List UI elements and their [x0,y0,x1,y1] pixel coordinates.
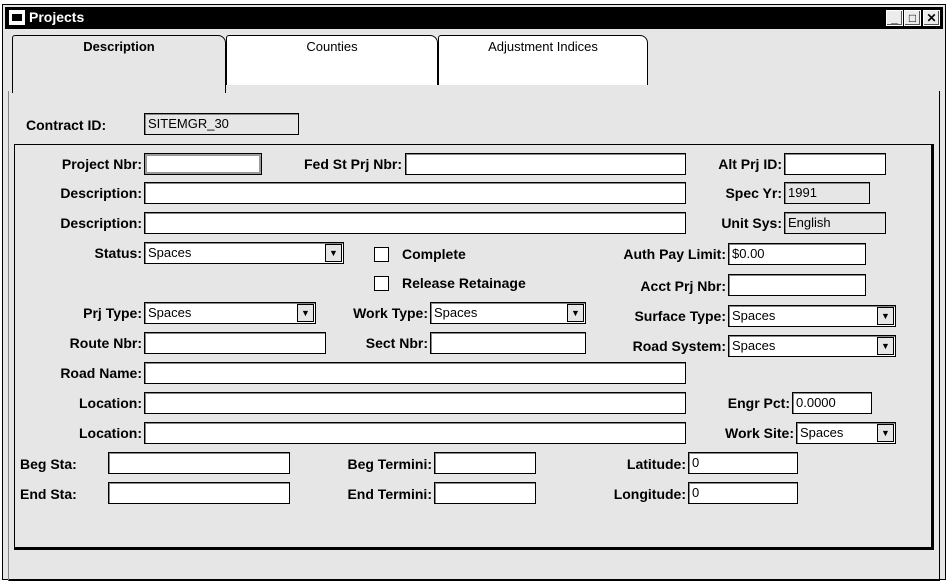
unit-sys-label: Unit Sys: [721,215,782,231]
contract-id-field[interactable]: SITEMGR_30 [144,113,299,135]
work-type-dropdown[interactable]: Spaces ▼ [430,302,586,324]
end-sta-field[interactable] [108,482,290,504]
acct-prj-nbr-label: Acct Prj Nbr: [640,278,726,294]
maximize-button[interactable]: □ [904,10,921,26]
road-name-field[interactable] [144,362,686,384]
end-termini-field[interactable] [434,482,536,504]
tab-counties[interactable]: Counties [226,35,438,85]
beg-termini-field[interactable] [434,452,536,474]
beg-sta-field[interactable] [108,452,290,474]
description-label-2: Description: [60,215,142,231]
chevron-down-icon[interactable]: ▼ [877,337,894,355]
work-type-value: Spaces [434,305,478,320]
route-nbr-field[interactable] [144,332,326,354]
beg-sta-label: Beg Sta: [20,456,77,472]
description-field-2[interactable] [144,212,686,234]
description-field-1[interactable] [144,182,686,204]
project-nbr-label: Project Nbr: [61,156,142,172]
complete-checkbox[interactable] [374,247,389,262]
sect-nbr-label: Sect Nbr: [365,335,428,351]
beg-termini-label: Beg Termini: [347,456,432,472]
tab-strip: Description Counties Adjustment Indices [9,35,939,93]
road-system-label: Road System: [632,338,726,354]
status-label: Status: [94,245,142,261]
close-button[interactable]: ✕ [923,10,940,26]
work-type-label: Work Type: [353,305,428,321]
prj-type-dropdown[interactable]: Spaces ▼ [144,302,316,324]
work-site-value: Spaces [800,425,844,440]
end-sta-label: End Sta: [20,486,77,502]
minimize-button[interactable]: _ [886,10,903,26]
work-site-dropdown[interactable]: Spaces ▼ [796,422,896,444]
road-system-dropdown[interactable]: Spaces ▼ [728,335,896,357]
surface-type-label: Surface Type: [634,308,726,324]
chevron-down-icon[interactable]: ▼ [297,304,314,322]
window-title: Projects [29,9,85,25]
complete-label: Complete [402,246,466,262]
sect-nbr-field[interactable] [430,332,586,354]
end-termini-label: End Termini: [347,486,432,502]
road-system-value: Spaces [732,338,776,353]
auth-pay-limit-field[interactable]: $0.00 [728,243,866,265]
surface-type-dropdown[interactable]: Spaces ▼ [728,305,896,327]
location-label-1: Location: [79,395,142,411]
project-nbr-field[interactable] [144,153,262,175]
latitude-field[interactable]: 0 [688,452,798,474]
work-site-label: Work Site: [725,425,794,441]
chevron-down-icon[interactable]: ▼ [877,424,894,442]
fed-st-prj-nbr-field[interactable] [405,153,686,175]
location-field-1[interactable] [144,392,686,414]
description-label-1: Description: [60,185,142,201]
status-value: Spaces [148,245,192,260]
chevron-down-icon[interactable]: ▼ [877,307,894,325]
location-field-2[interactable] [144,422,686,444]
release-retainage-checkbox[interactable] [374,276,389,291]
engr-pct-label: Engr Pct: [727,395,790,411]
road-name-label: Road Name: [60,365,142,381]
contract-id-label: Contract ID: [26,117,107,133]
release-retainage-label: Release Retainage [402,275,526,291]
chevron-down-icon[interactable]: ▼ [325,244,342,262]
acct-prj-nbr-field[interactable] [728,274,866,296]
prj-type-label: Prj Type: [83,305,142,321]
engr-pct-field[interactable]: 0.0000 [792,392,872,414]
surface-type-value: Spaces [732,308,776,323]
auth-pay-limit-label: Auth Pay Limit: [623,246,726,262]
chevron-down-icon[interactable]: ▼ [567,304,584,322]
spec-yr-field[interactable]: 1991 [784,182,870,204]
alt-prj-id-label: Alt Prj ID: [718,156,782,172]
latitude-label: Latitude: [626,456,686,472]
tab-adjustment-indices[interactable]: Adjustment Indices [438,35,648,85]
prj-type-value: Spaces [148,305,192,320]
spec-yr-label: Spec Yr: [725,185,782,201]
status-dropdown[interactable]: Spaces ▼ [144,242,344,264]
longitude-field[interactable]: 0 [688,482,798,504]
tab-description[interactable]: Description [12,35,226,93]
route-nbr-label: Route Nbr: [69,335,142,351]
unit-sys-field[interactable]: English [784,212,886,234]
alt-prj-id-field[interactable] [784,153,886,175]
fed-st-prj-nbr-label: Fed St Prj Nbr: [303,156,402,172]
location-label-2: Location: [79,425,142,441]
longitude-label: Longitude: [613,486,686,502]
title-bar[interactable]: Projects _ □ ✕ [5,7,943,29]
app-icon [9,10,25,25]
